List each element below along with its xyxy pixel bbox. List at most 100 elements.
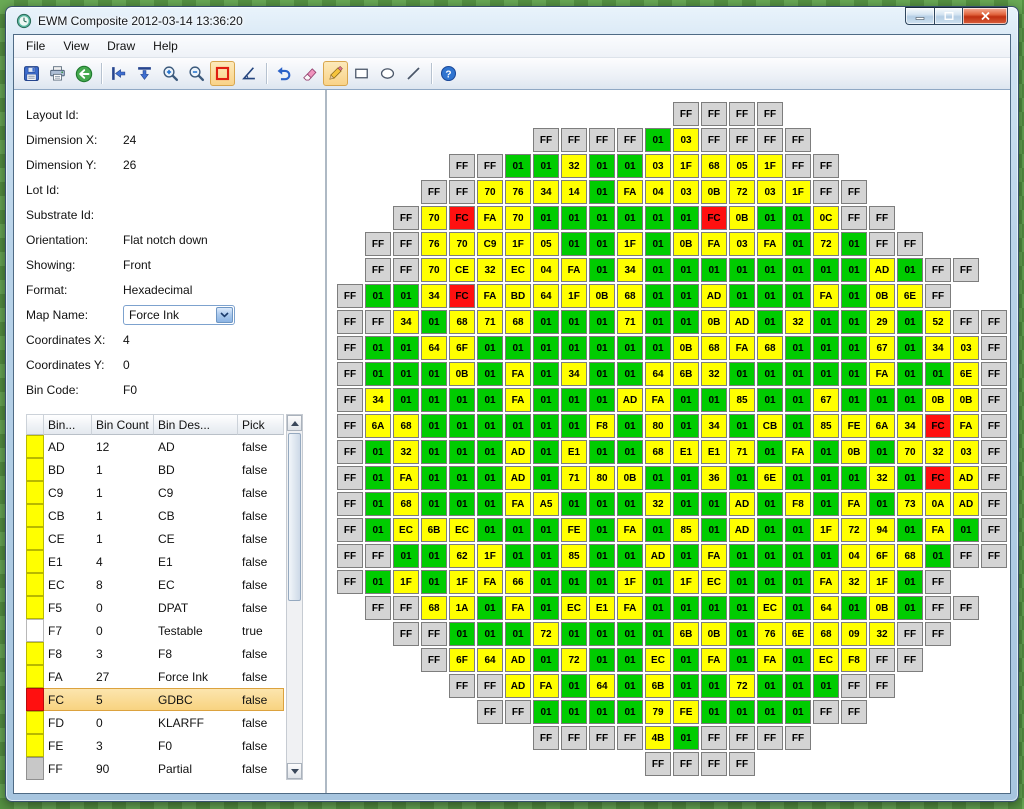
wafer-cell[interactable]: 1F bbox=[477, 544, 503, 568]
wafer-cell[interactable]: 01 bbox=[785, 232, 811, 256]
wafer-cell[interactable]: 01 bbox=[533, 206, 559, 230]
wafer-cell[interactable]: 01 bbox=[365, 518, 391, 542]
wafer-cell[interactable]: AD bbox=[645, 544, 671, 568]
wafer-cell[interactable]: 01 bbox=[533, 440, 559, 464]
wafer-cell[interactable]: FF bbox=[645, 752, 671, 776]
wafer-cell[interactable]: 72 bbox=[729, 674, 755, 698]
close-button[interactable] bbox=[962, 7, 1008, 25]
flip-horizontal-button[interactable] bbox=[106, 61, 131, 86]
bin-description-column-header[interactable]: Bin Des... bbox=[154, 414, 238, 435]
wafer-cell[interactable]: 01 bbox=[449, 492, 475, 516]
wafer-cell[interactable]: FF bbox=[981, 336, 1007, 360]
wafer-cell[interactable]: FF bbox=[981, 310, 1007, 334]
wafer-cell[interactable]: FF bbox=[337, 362, 363, 386]
wafer-cell[interactable]: 01 bbox=[673, 492, 699, 516]
wafer-cell[interactable]: FF bbox=[421, 648, 447, 672]
wafer-cell[interactable]: 01 bbox=[365, 466, 391, 490]
wafer-cell[interactable]: 70 bbox=[477, 180, 503, 204]
wafer-cell[interactable]: FF bbox=[701, 726, 727, 750]
wafer-cell[interactable]: 14 bbox=[561, 180, 587, 204]
wafer-cell[interactable]: FA bbox=[617, 596, 643, 620]
wafer-cell[interactable]: 01 bbox=[897, 570, 923, 594]
wafer-cell[interactable]: 01 bbox=[785, 596, 811, 620]
wafer-cell[interactable]: 64 bbox=[421, 336, 447, 360]
wafer-cell[interactable]: FF bbox=[897, 648, 923, 672]
bin-row-AD[interactable]: AD 12 AD false bbox=[26, 435, 284, 458]
wafer-cell[interactable]: FA bbox=[505, 388, 531, 412]
wafer-cell[interactable]: 01 bbox=[589, 622, 615, 646]
wafer-cell[interactable]: 01 bbox=[897, 596, 923, 620]
wafer-cell[interactable]: 01 bbox=[645, 570, 671, 594]
wafer-cell[interactable]: 1F bbox=[505, 232, 531, 256]
pencil-button[interactable] bbox=[323, 61, 348, 86]
wafer-cell[interactable]: 85 bbox=[673, 518, 699, 542]
wafer-cell[interactable]: 01 bbox=[589, 648, 615, 672]
wafer-cell[interactable]: FF bbox=[393, 258, 419, 282]
wafer-cell[interactable]: 01 bbox=[477, 622, 503, 646]
wafer-cell[interactable]: 01 bbox=[673, 388, 699, 412]
wafer-cell[interactable]: 01 bbox=[897, 336, 923, 360]
wafer-cell[interactable]: 01 bbox=[729, 414, 755, 438]
wafer-cell[interactable]: FF bbox=[813, 180, 839, 204]
wafer-cell[interactable]: 01 bbox=[449, 388, 475, 412]
wafer-cell[interactable]: FF bbox=[505, 700, 531, 724]
wafer-cell[interactable]: 01 bbox=[841, 362, 867, 386]
wafer-cell[interactable]: 32 bbox=[645, 492, 671, 516]
wafer-cell[interactable]: 01 bbox=[785, 388, 811, 412]
wafer-cell[interactable]: 01 bbox=[365, 440, 391, 464]
wafer-cell[interactable]: 1F bbox=[673, 570, 699, 594]
wafer-cell[interactable]: FF bbox=[841, 180, 867, 204]
wafer-cell[interactable]: FF bbox=[869, 648, 895, 672]
wafer-cell[interactable]: FF bbox=[925, 596, 951, 620]
wafer-cell[interactable]: 01 bbox=[561, 206, 587, 230]
wafer-cell[interactable]: FE bbox=[673, 700, 699, 724]
wafer-cell[interactable]: 05 bbox=[729, 154, 755, 178]
wafer-cell[interactable]: 01 bbox=[841, 258, 867, 282]
wafer-cell[interactable]: 01 bbox=[533, 310, 559, 334]
wafer-cell[interactable]: 0B bbox=[673, 232, 699, 256]
wafer-cell[interactable]: FA bbox=[477, 570, 503, 594]
wafer-cell[interactable]: 01 bbox=[589, 336, 615, 360]
wafer-cell[interactable]: 01 bbox=[645, 310, 671, 334]
wafer-cell[interactable]: 01 bbox=[365, 570, 391, 594]
wafer-cell[interactable]: FC bbox=[701, 206, 727, 230]
wafer-cell[interactable]: 01 bbox=[421, 388, 447, 412]
wafer-cell[interactable]: FF bbox=[869, 232, 895, 256]
wafer-cell[interactable]: FF bbox=[477, 700, 503, 724]
wafer-cell[interactable]: AD bbox=[505, 648, 531, 672]
wafer-cell[interactable]: 01 bbox=[729, 596, 755, 620]
wafer-cell[interactable]: FA bbox=[477, 284, 503, 308]
wafer-cell[interactable]: 68 bbox=[701, 154, 727, 178]
wafer-cell[interactable]: 34 bbox=[421, 284, 447, 308]
wafer-cell[interactable]: 01 bbox=[785, 648, 811, 672]
wafer-cell[interactable]: FA bbox=[953, 414, 979, 438]
wafer-cell[interactable]: 70 bbox=[505, 206, 531, 230]
wafer-cell[interactable]: 01 bbox=[701, 700, 727, 724]
wafer-cell[interactable]: AD bbox=[729, 518, 755, 542]
wafer-cell[interactable]: FF bbox=[365, 258, 391, 282]
wafer-cell[interactable]: FF bbox=[897, 232, 923, 256]
wafer-cell[interactable]: E1 bbox=[561, 440, 587, 464]
wafer-cell[interactable]: 05 bbox=[533, 232, 559, 256]
wafer-cell[interactable]: AD bbox=[617, 388, 643, 412]
wafer-cell[interactable]: 6B bbox=[645, 674, 671, 698]
wafer-cell[interactable]: 6B bbox=[673, 362, 699, 386]
wafer-cell[interactable]: 0C bbox=[813, 206, 839, 230]
wafer-cell[interactable]: 01 bbox=[645, 466, 671, 490]
wafer-cell[interactable]: FC bbox=[449, 284, 475, 308]
wafer-cell[interactable]: 1F bbox=[617, 570, 643, 594]
wafer-cell[interactable]: FF bbox=[813, 700, 839, 724]
wafer-cell[interactable]: 01 bbox=[785, 700, 811, 724]
wafer-cell[interactable]: 0A bbox=[925, 492, 951, 516]
wafer-cell[interactable]: FF bbox=[337, 570, 363, 594]
undo-button[interactable] bbox=[271, 61, 296, 86]
wafer-cell[interactable]: 01 bbox=[813, 362, 839, 386]
wafer-cell[interactable]: FF bbox=[953, 258, 979, 282]
wafer-cell[interactable]: 01 bbox=[673, 414, 699, 438]
wafer-cell[interactable]: 01 bbox=[365, 492, 391, 516]
wafer-cell[interactable]: FC bbox=[449, 206, 475, 230]
wafer-cell[interactable]: 64 bbox=[589, 674, 615, 698]
wafer-cell[interactable]: FA bbox=[701, 232, 727, 256]
wafer-cell[interactable]: 01 bbox=[393, 362, 419, 386]
save-button[interactable] bbox=[19, 61, 44, 86]
